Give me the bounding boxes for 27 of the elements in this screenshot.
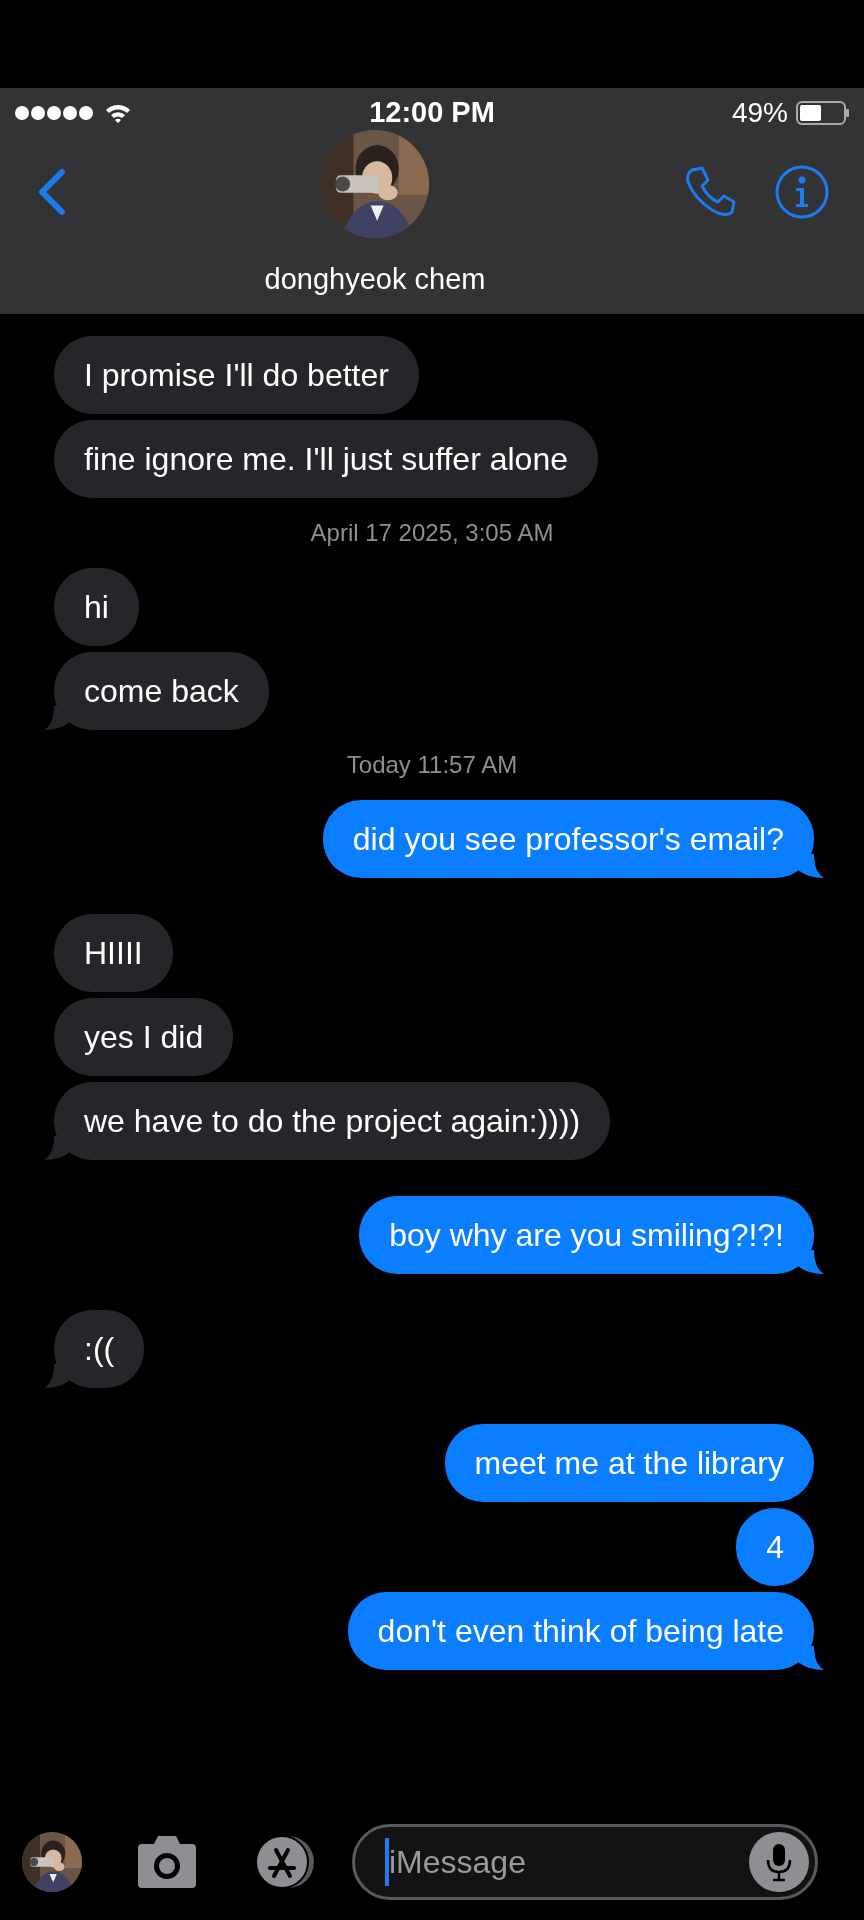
bubble-tail	[798, 854, 824, 878]
info-icon	[774, 164, 830, 220]
bubble-tail	[798, 1250, 824, 1274]
message-input[interactable]: iMessage	[389, 1838, 749, 1886]
message-bubble: I promise I'll do better	[54, 336, 419, 414]
message-bubble: HIIII	[54, 914, 173, 992]
bubble-tail	[798, 1646, 824, 1670]
message-field[interactable]: iMessage	[352, 1824, 818, 1900]
message-bubble: hi	[54, 568, 139, 646]
bubble-tail	[44, 1364, 70, 1388]
message-timestamp: April 17 2025, 3:05 AM	[310, 518, 554, 548]
info-button[interactable]	[774, 164, 830, 220]
message-timestamp: Today 11:57 AM	[346, 750, 518, 780]
battery-percentage: 49%	[731, 96, 788, 130]
message-bubble: 4	[736, 1508, 814, 1586]
message-bubble: meet me at the library	[444, 1424, 814, 1502]
bubble-tail	[44, 706, 70, 730]
wifi-icon	[104, 102, 132, 124]
status-time: 12:00 PM	[369, 95, 495, 131]
message-bubble: yes I did	[54, 998, 234, 1076]
microphone-icon	[765, 1842, 793, 1882]
signal-icon	[14, 105, 94, 121]
bubble-tail	[44, 1136, 70, 1160]
battery-icon	[796, 101, 850, 125]
contact-name[interactable]: donghyeok chem	[264, 258, 486, 302]
message-bubble: fine ignore me. I'll just suffer alone	[54, 420, 598, 498]
microphone-button[interactable]	[749, 1832, 809, 1892]
